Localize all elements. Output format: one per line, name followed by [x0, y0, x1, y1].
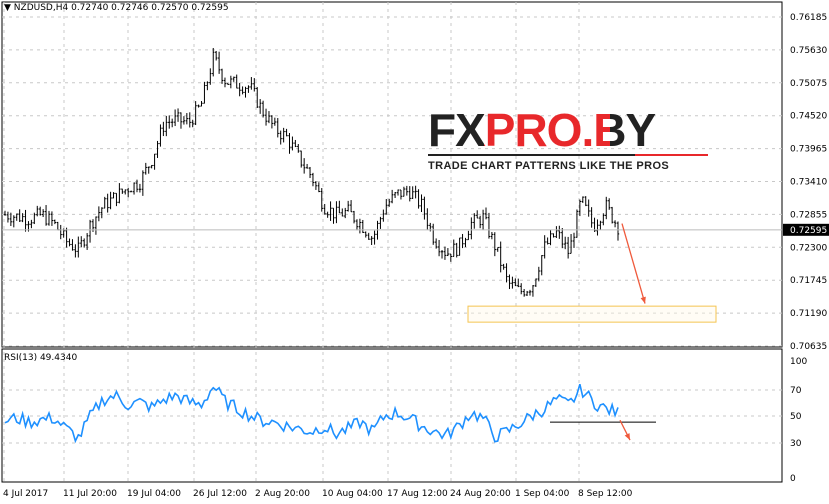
- current-price-label: 0.72595: [790, 226, 827, 236]
- dropdown-triangle-icon[interactable]: ▼: [4, 3, 11, 13]
- price-tick-label: 0.70635: [790, 342, 827, 352]
- time-tick-label: 26 Jul 12:00: [193, 489, 247, 499]
- price-tick-label: 0.71190: [790, 309, 827, 319]
- price-tick-label: 0.71745: [790, 276, 827, 286]
- time-tick-label: 17 Aug 12:00: [387, 489, 448, 499]
- time-tick-label: 19 Jul 04:00: [127, 489, 181, 499]
- price-tick-label: 0.72300: [790, 243, 827, 253]
- chart-canvas[interactable]: 0.76185 0.75630 0.75075 0.74520 0.73965 0.734…: [0, 0, 829, 504]
- price-down-arrow-head: [640, 296, 646, 304]
- price-tick-label: 0.73410: [790, 178, 827, 188]
- price-tick-label: 0.73965: [790, 145, 827, 155]
- logo-tagline: TRADE CHART PATTERNS LIKE THE PROS: [428, 160, 670, 172]
- logo-brand: FXPRO.BY: [428, 106, 708, 154]
- target-zone: [467, 305, 717, 323]
- price-tick-label: 0.76185: [790, 13, 827, 23]
- time-tick-label: 8 Sep 12:00: [578, 489, 633, 499]
- price-tick-label: 0.72855: [790, 210, 827, 220]
- time-tick-label: 11 Jul 20:00: [63, 489, 117, 499]
- symbol-label: NZDUSD,H4: [13, 3, 69, 13]
- time-tick-label: 24 Aug 20:00: [450, 489, 511, 499]
- fxpro-logo: FXPRO.BY TRADE CHART PATTERNS LIKE THE P…: [428, 106, 708, 172]
- rsi-tick-label: 30: [790, 439, 802, 449]
- rsi-label: RSI(13) 49.4340: [4, 353, 78, 363]
- price-tick-label: 0.74520: [790, 112, 827, 122]
- rsi-tick-label: 0: [790, 474, 796, 484]
- chart-window: 0.76185 0.75630 0.75075 0.74520 0.73965 0.734…: [0, 0, 829, 504]
- rsi-line: [4, 383, 619, 444]
- chart-header: ▼ NZDUSD,H4 0.72740 0.72746 0.72570 0.72…: [4, 3, 229, 13]
- time-tick-label: 4 Jul 2017: [3, 489, 48, 499]
- rsi-tick-label: 70: [790, 386, 802, 396]
- price-down-arrow: [621, 223, 646, 304]
- ohlc-values: 0.72740 0.72746 0.72570 0.72595: [71, 3, 229, 13]
- price-tick-label: 0.75075: [790, 79, 827, 89]
- price-tick-label: 0.75630: [790, 46, 827, 56]
- rsi-panel-frame: [1, 348, 783, 483]
- price-panel-frame: [1, 1, 783, 348]
- time-tick-label: 1 Sep 04:00: [515, 489, 570, 499]
- time-tick-label: 2 Aug 20:00: [255, 489, 310, 499]
- rsi-tick-label: 50: [790, 412, 802, 422]
- rsi-tick-label: 100: [790, 357, 807, 367]
- time-tick-label: 10 Aug 04:00: [322, 489, 383, 499]
